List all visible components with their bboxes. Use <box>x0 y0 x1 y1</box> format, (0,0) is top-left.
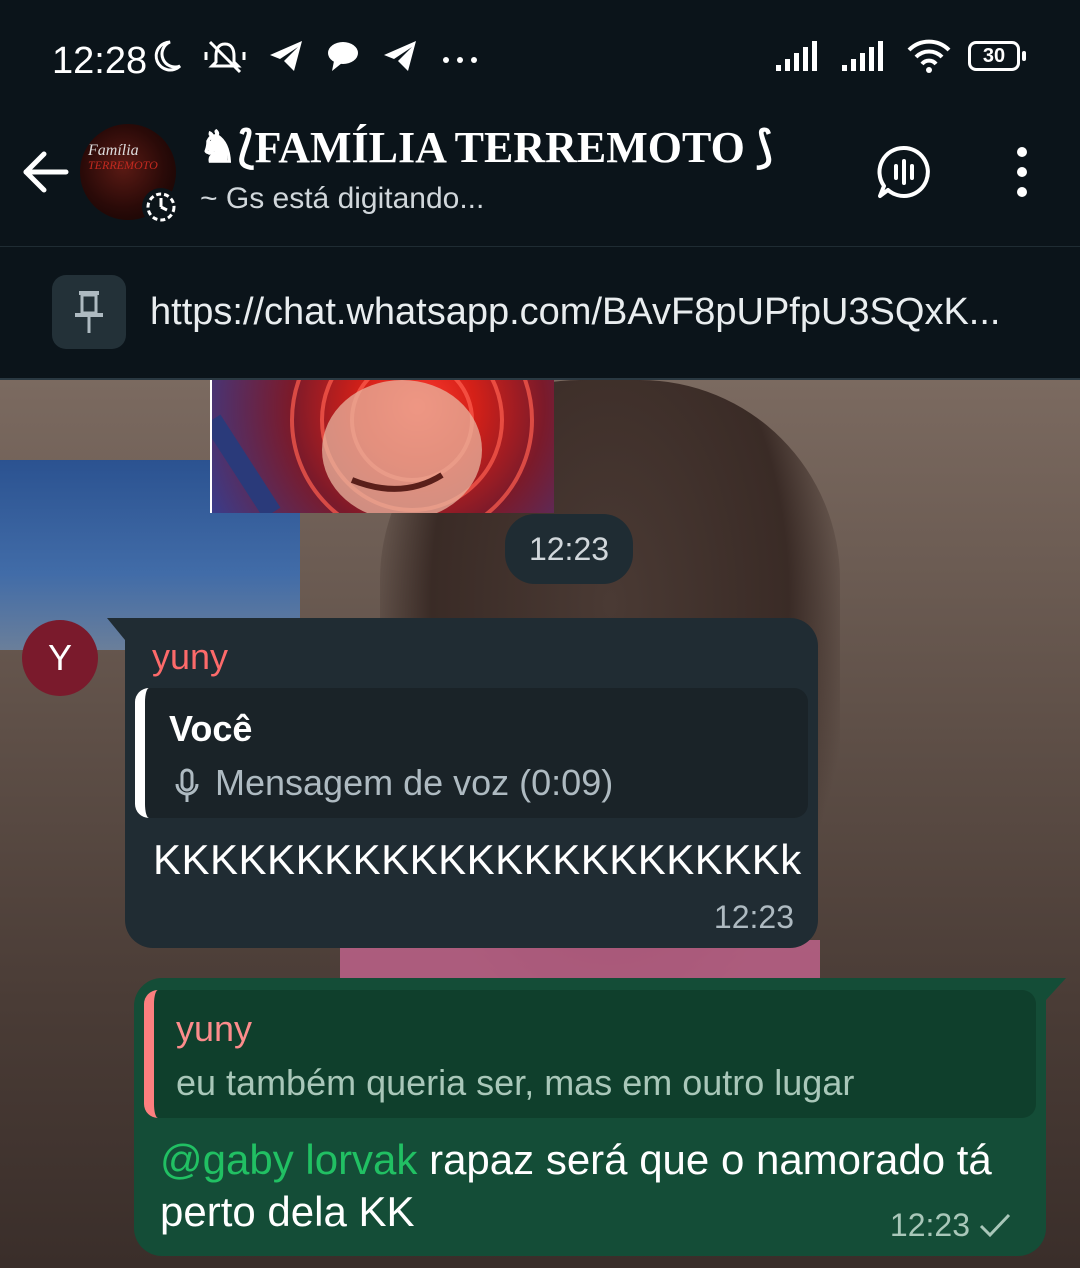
status-icons-right: 30 <box>774 38 1026 74</box>
pinned-message-bar[interactable]: https://chat.whatsapp.com/BAvF8pUPfpU3SQ… <box>0 246 1080 380</box>
quoted-author: yuny <box>176 1008 253 1049</box>
meme-image-art <box>212 380 534 513</box>
pin-icon-box <box>52 275 126 349</box>
status-time: 12:28 <box>52 40 148 82</box>
message-text: KKKKKKKKKKKKKKKKKKKKKKk <box>153 836 802 883</box>
voice-chat-icon[interactable] <box>876 144 932 200</box>
quoted-message[interactable]: Você Mensagem de voz (0:09) <box>135 688 808 818</box>
incoming-message[interactable]: yuny Você Mensagem de voz (0:09) KKKKKKK… <box>107 618 818 948</box>
chat-bubble-icon <box>328 42 358 71</box>
telegram-icon <box>384 41 416 71</box>
back-arrow-icon[interactable] <box>20 146 72 198</box>
more-icon <box>443 57 477 63</box>
wifi-icon <box>907 39 951 73</box>
muted-icon <box>204 40 246 74</box>
sent-check-icon <box>979 1213 1011 1238</box>
chat-header: Família TERREMOTO ♞⟅FAMÍLIA TERREMOTO ⟆ … <box>0 110 1080 246</box>
menu-dots-icon[interactable] <box>1012 146 1032 198</box>
group-title[interactable]: ♞⟅FAMÍLIA TERREMOTO ⟆ <box>198 122 773 173</box>
avatar-logo: Família TERREMOTO <box>88 142 158 173</box>
telegram-icon <box>270 41 302 71</box>
pin-icon <box>75 291 103 333</box>
moon-icon <box>154 40 182 72</box>
quoted-author: Você <box>169 708 253 749</box>
signal-icon <box>842 41 883 71</box>
mention-link[interactable]: @gaby lorvak <box>160 1136 417 1183</box>
sender-name[interactable]: yuny <box>152 636 228 678</box>
quoted-text: eu também queria ser, mas em outro lugar <box>176 1062 855 1103</box>
microphone-icon <box>175 768 199 802</box>
status-bar: 12:28 30 <box>0 0 1080 110</box>
avatar-logo-line1: Família <box>88 142 139 159</box>
chat-area[interactable]: 12:23 Y yuny Você Mensagem de voz (0:09)… <box>0 380 1080 1268</box>
message-time: 12:23 <box>713 899 794 935</box>
typing-status: ~ Gs está digitando... <box>200 182 485 215</box>
quoted-text: Mensagem de voz (0:09) <box>215 762 614 803</box>
avatar-logo-line2: TERREMOTO <box>88 158 158 172</box>
message-time: 12:23 <box>889 1207 970 1243</box>
outgoing-message[interactable]: yuny eu também queria ser, mas em outro … <box>134 978 1066 1256</box>
date-time-chip: 12:23 <box>505 514 633 584</box>
disappearing-timer-icon <box>142 188 180 226</box>
status-icons-left <box>150 38 480 74</box>
meme-image[interactable] <box>210 380 554 513</box>
quoted-message[interactable]: yuny eu também queria ser, mas em outro … <box>144 990 1036 1118</box>
battery-icon: 30 <box>968 41 1026 71</box>
pinned-message-text: https://chat.whatsapp.com/BAvF8pUPfpU3SQ… <box>150 291 1001 333</box>
signal-icon <box>776 41 817 71</box>
sender-avatar[interactable]: Y <box>22 620 98 696</box>
